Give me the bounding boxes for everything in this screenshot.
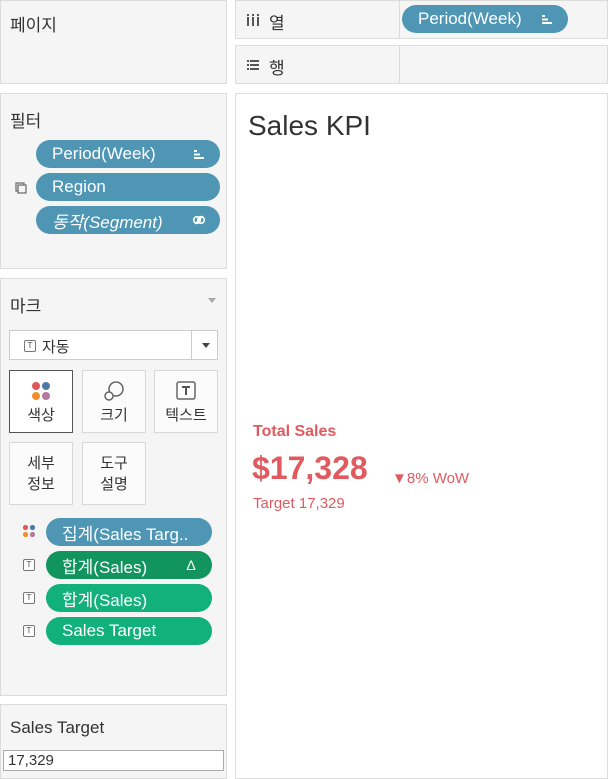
pill-label: 동작(Segment) (52, 212, 163, 232)
tooltip-button-label: 도구 설명 (100, 453, 128, 495)
columns-pill-period-week[interactable]: Period(Week) (402, 5, 568, 33)
delta-icon: Δ (186, 557, 196, 573)
tooltip-label-line2: 설명 (100, 476, 128, 493)
color-button[interactable]: 색상 (9, 370, 73, 433)
text-mark-icon: T (22, 591, 36, 605)
columns-icon (247, 14, 259, 26)
marks-field-sum-sales[interactable]: 합계(Sales) (46, 584, 212, 612)
text-mark-icon: T (22, 624, 36, 638)
pill-label: 집계(Sales Targ.. (62, 524, 189, 544)
marks-field-sum-sales-delta[interactable]: 합계(Sales) Δ (46, 551, 212, 579)
worksheet-view: Sales KPI Total Sales $17,328 ▼8% WoW Ta… (235, 93, 608, 779)
shelf-divider (399, 46, 400, 83)
sort-icon (194, 150, 204, 159)
kpi-change: ▼8% WoW (392, 470, 470, 487)
pill-label: 합계(Sales) (62, 590, 148, 610)
pill-label: Period(Week) (418, 9, 522, 28)
kpi-value: $17,328 (252, 450, 368, 486)
rows-shelf[interactable]: 행 (235, 45, 608, 84)
text-mark-icon: T (22, 558, 36, 572)
pill-label: Sales Target (62, 621, 157, 640)
filter-pill-period-week[interactable]: Period(Week) (36, 140, 220, 168)
rows-icon (247, 60, 259, 70)
filter-pill-segment-action[interactable]: 동작(Segment) (36, 206, 220, 234)
filter-pill-region[interactable]: Region (36, 173, 220, 201)
card-menu-chevron-icon[interactable] (208, 298, 216, 304)
detail-label-line1: 세부 (27, 455, 55, 472)
mark-type-dropdown[interactable]: T 자동 (9, 330, 218, 360)
kpi-label: Total Sales (253, 423, 337, 440)
color-dots-icon (22, 524, 36, 538)
color-button-label: 색상 (27, 407, 55, 424)
link-icon (192, 215, 206, 225)
chevron-down-icon (202, 343, 210, 348)
shelf-divider (399, 1, 400, 38)
detail-button[interactable]: 세부 정보 (9, 442, 73, 505)
dropdown-divider (191, 331, 192, 359)
color-icon (32, 382, 50, 400)
filters-card-title: 필터 (10, 112, 42, 131)
marks-field-sales-target[interactable]: Sales Target (46, 617, 212, 645)
rows-shelf-label: 행 (269, 59, 285, 78)
size-button[interactable]: 크기 (82, 370, 146, 433)
pill-label: 합계(Sales) (62, 557, 148, 577)
text-button[interactable]: 텍스트 (154, 370, 218, 433)
marks-card-title: 마크 (10, 297, 42, 316)
columns-shelf[interactable]: 열 Period(Week) (235, 0, 608, 39)
pages-card-title: 페이지 (10, 16, 57, 35)
size-icon (104, 381, 124, 401)
pill-label: Region (52, 177, 106, 196)
parameter-title: Sales Target (10, 718, 105, 737)
marks-card: 마크 T 자동 색상 크기 텍스트 세부 정보 도구 설명 집계(Sales T… (0, 278, 227, 696)
context-filter-icon (15, 182, 27, 194)
pages-card: 페이지 (0, 0, 227, 84)
kpi-target: Target 17,329 (253, 495, 345, 512)
text-button-label: 텍스트 (165, 407, 207, 424)
size-button-label: 크기 (100, 407, 128, 424)
text-icon (176, 381, 196, 400)
tooltip-label-line1: 도구 (100, 455, 128, 472)
columns-shelf-label: 열 (269, 14, 285, 33)
sort-icon (542, 15, 552, 24)
parameter-card: Sales Target (0, 704, 227, 779)
marks-field-sales-target-agg[interactable]: 집계(Sales Targ.. (46, 518, 212, 546)
filters-card: 필터 Period(Week) Region 동작(Segment) (0, 93, 227, 269)
mark-type-label: 자동 (42, 339, 70, 356)
sales-target-input[interactable] (3, 750, 224, 771)
detail-button-label: 세부 정보 (27, 453, 55, 495)
detail-label-line2: 정보 (27, 476, 55, 493)
tooltip-button[interactable]: 도구 설명 (82, 442, 146, 505)
view-title: Sales KPI (248, 110, 371, 141)
pill-label: Period(Week) (52, 144, 156, 163)
text-mark-icon: T (24, 340, 36, 352)
